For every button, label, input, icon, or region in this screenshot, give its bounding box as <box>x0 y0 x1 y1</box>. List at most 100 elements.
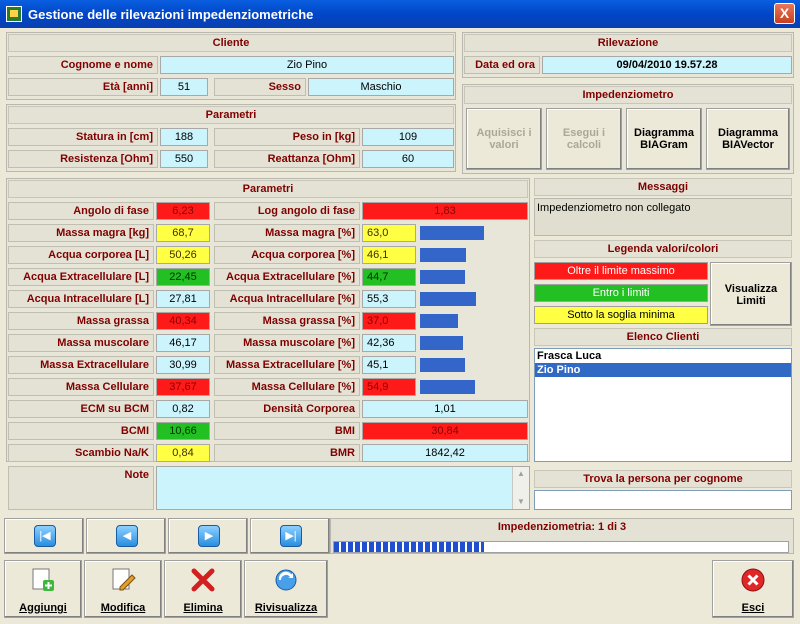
impedenziometro-header: Impedenziometro <box>464 86 792 104</box>
messaggi-header: Messaggi <box>534 178 792 196</box>
param-value: 44,7 <box>362 268 416 286</box>
aggiungi-button[interactable]: Aggiungi <box>4 560 82 618</box>
progress-bar <box>333 541 789 553</box>
param-value: 37,0 <box>362 312 416 330</box>
exit-icon <box>741 568 765 592</box>
percent-bar <box>420 226 484 240</box>
refresh-icon <box>275 569 297 591</box>
sesso-field[interactable]: Maschio <box>308 78 454 96</box>
param-label: Massa magra [%] <box>214 224 360 242</box>
last-record-icon: ▶| <box>280 525 302 547</box>
first-record-button[interactable]: |◀ <box>4 518 84 554</box>
param-label: Massa Extracellulare [%] <box>214 356 360 374</box>
legenda-entro: Entro i limiti <box>534 284 708 302</box>
param-value: 0,82 <box>156 400 210 418</box>
progress-fill <box>334 542 484 552</box>
peso-field[interactable]: 109 <box>362 128 454 146</box>
rivisualizza-label: Rivisualizza <box>254 602 318 614</box>
data-field[interactable]: 09/04/2010 19.57.28 <box>542 56 792 74</box>
param-value: 0,84 <box>156 444 210 462</box>
esci-label: Esci <box>741 602 765 614</box>
visualizza-limiti-button[interactable]: Visualizza Limiti <box>710 262 792 326</box>
percent-bar <box>420 336 463 350</box>
param-label: Massa Cellulare [%] <box>214 378 360 396</box>
legenda-min: Sotto la soglia minima <box>534 306 708 324</box>
param-label: Acqua Intracellulare [%] <box>214 290 360 308</box>
status-panel: Impedenziometria: 1 di 3 <box>330 518 794 554</box>
param-value: 54,9 <box>362 378 416 396</box>
nome-label: Cognome e nome <box>8 56 158 74</box>
last-record-button[interactable]: ▶| <box>250 518 330 554</box>
param-label: Densità Corporea <box>214 400 360 418</box>
param-value: 30,84 <box>362 422 528 440</box>
percent-bar <box>420 314 458 328</box>
note-field[interactable] <box>156 466 530 510</box>
modifica-label: Modifica <box>100 602 146 614</box>
window-title: Gestione delle rilevazioni impedenziomet… <box>28 7 314 22</box>
previous-record-button[interactable]: ◀ <box>86 518 166 554</box>
rivisualizza-button[interactable]: Rivisualizza <box>244 560 328 618</box>
param-value: 22,45 <box>156 268 210 286</box>
esci-button[interactable]: Esci <box>712 560 794 618</box>
param-value: 1,83 <box>362 202 528 220</box>
close-button[interactable]: X <box>774 3 795 24</box>
modifica-button[interactable]: Modifica <box>84 560 162 618</box>
next-record-icon: ▶ <box>198 525 220 547</box>
previous-record-icon: ◀ <box>116 525 138 547</box>
trova-header: Trova la persona per cognome <box>534 470 792 488</box>
delete-x-icon <box>191 568 215 592</box>
elimina-label: Elimina <box>183 602 223 614</box>
legenda-header: Legenda valori/colori <box>534 240 792 258</box>
param-value: 27,81 <box>156 290 210 308</box>
elimina-button[interactable]: Elimina <box>164 560 242 618</box>
note-scrollbar[interactable]: ▲ ▼ <box>512 467 529 509</box>
param-label: Massa muscolare <box>8 334 154 352</box>
param-label: Angolo di fase <box>8 202 154 220</box>
messaggi-text: Impedenziometro non collegato <box>534 198 792 236</box>
param-value: 1,01 <box>362 400 528 418</box>
title-bar: Gestione delle rilevazioni impedenziomet… <box>0 0 800 28</box>
parametri-header: Parametri <box>8 180 528 198</box>
esegui-calcoli-button[interactable]: Esegui i calcoli <box>546 108 622 170</box>
param-label: Massa magra [kg] <box>8 224 154 242</box>
param-value: 50,26 <box>156 246 210 264</box>
elenco-item[interactable]: Frasca Luca <box>535 349 791 363</box>
param-label: Massa grassa <box>8 312 154 330</box>
trova-input[interactable] <box>534 490 792 510</box>
next-record-button[interactable]: ▶ <box>168 518 248 554</box>
reattanza-field[interactable]: 60 <box>362 150 454 168</box>
percent-bar <box>420 292 476 306</box>
eta-field[interactable]: 51 <box>160 78 208 96</box>
param-label: Scambio Na/K <box>8 444 154 462</box>
param-label: Acqua corporea [%] <box>214 246 360 264</box>
biavector-button[interactable]: Diagramma BIAVector <box>706 108 790 170</box>
elenco-list[interactable]: Frasca Luca Zio Pino <box>534 348 792 462</box>
param-value: 30,99 <box>156 356 210 374</box>
sesso-label: Sesso <box>214 78 306 96</box>
param-label: Acqua Extracellulare [%] <box>214 268 360 286</box>
percent-bar <box>420 248 466 262</box>
resistenza-label: Resistenza [Ohm] <box>8 150 158 168</box>
param-value: 10,66 <box>156 422 210 440</box>
biagram-button[interactable]: Diagramma BIAGram <box>626 108 702 170</box>
reattanza-label: Reattanza [Ohm] <box>214 150 360 168</box>
rilevazione-header: Rilevazione <box>464 34 792 52</box>
param-value: 6,23 <box>156 202 210 220</box>
param-value: 40,34 <box>156 312 210 330</box>
acquisisci-button[interactable]: Aquisisci i valori <box>466 108 542 170</box>
param-label: Acqua corporea [L] <box>8 246 154 264</box>
param-value: 37,67 <box>156 378 210 396</box>
note-label: Note <box>8 466 154 510</box>
statura-field[interactable]: 188 <box>160 128 208 146</box>
param-label: BMI <box>214 422 360 440</box>
nome-field[interactable]: Zio Pino <box>160 56 454 74</box>
elenco-item[interactable]: Zio Pino <box>535 363 791 377</box>
data-label: Data ed ora <box>464 56 540 74</box>
percent-bar <box>420 380 475 394</box>
statura-label: Statura in [cm] <box>8 128 158 146</box>
param-label: BMR <box>214 444 360 462</box>
param-value: 63,0 <box>362 224 416 242</box>
edit-document-icon <box>112 568 136 591</box>
resistenza-field[interactable]: 550 <box>160 150 208 168</box>
eta-label: Età [anni] <box>8 78 158 96</box>
